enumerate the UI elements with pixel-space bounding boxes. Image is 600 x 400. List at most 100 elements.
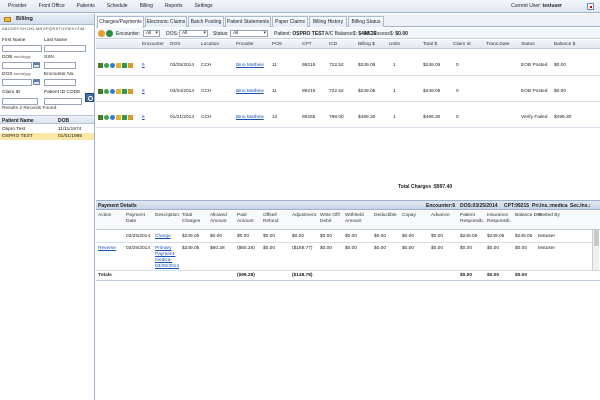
charges-grid-header: Encounter DOS Location Provider POS CPT … [96,40,600,49]
menu-billing[interactable]: Billing [134,0,159,13]
col-encounter[interactable]: Encounter [142,42,164,47]
tab-billing-history[interactable]: Billing History [309,16,347,27]
post-payment-icon[interactable] [104,63,109,68]
tab-batch-posting[interactable]: Batch Posting [188,16,224,27]
dob-input[interactable] [2,62,32,69]
encounter-no-input[interactable] [44,79,76,86]
menu-front-office[interactable]: Front Office [33,0,71,13]
provider-link[interactable]: Bino Mathew [236,63,264,68]
status-filter-select[interactable]: All [230,30,268,37]
reverse-link[interactable]: Reverse [98,246,116,251]
provider-link[interactable]: Bino Mathew [236,89,264,94]
post-payment-icon[interactable] [104,115,109,120]
tab-charges-payments[interactable]: Charges/Payments [97,16,144,28]
add-charge-icon[interactable] [106,30,113,37]
view-icon[interactable] [110,63,115,68]
patient-row-selected[interactable]: OSPRO TEST 01/01/1985 [0,133,94,140]
menu-reports[interactable]: Reports [159,0,189,13]
dos-calendar-icon[interactable] [33,79,40,85]
pcol-allowed-amount: Allowed Amount [210,213,227,224]
tab-paper-claims[interactable]: Paper Claims [272,16,308,27]
menu-settings[interactable]: Settings [188,0,218,13]
note-icon[interactable] [116,115,121,120]
payment-scrollbar[interactable] [592,230,599,270]
print-icon[interactable] [128,115,133,120]
payment-row[interactable]: Reverse 03/25/2014 Primary Payment- medi… [96,243,600,271]
payment-row[interactable]: 03/25/2014 Charge $249.05 $0.00 $0.00 $0… [96,231,600,243]
col-icd[interactable]: ICD [329,42,337,47]
claim-icon[interactable] [122,63,127,68]
refresh-icon[interactable] [98,30,105,37]
charge-units: 1 [393,89,396,94]
print-icon[interactable] [128,89,133,94]
dos-date-hint: mm/dd/yyyy [13,72,31,76]
payment-description-link[interactable]: Charge [155,234,171,239]
billing-panel-title: Billing [16,16,33,22]
col-location[interactable]: Location [201,42,219,47]
pcol-action: Action [98,213,112,218]
alpha-all[interactable]: All [80,27,84,31]
payment-description-link[interactable]: Primary Payment- medica- 03/25/2014 [155,246,179,270]
menu-provider[interactable]: Provider [2,0,33,13]
claim-icon[interactable] [122,115,127,120]
patient-id-input[interactable] [44,98,82,105]
col-units[interactable]: Units [389,42,400,47]
col-pos[interactable]: POS [272,42,282,47]
patient-info: Patient: OSPRO TEST [274,31,325,37]
billing-panel-header: Billing [0,14,94,25]
patient-list-header: Patient Name DOB [0,115,94,124]
payment-scrollbar-thumb[interactable] [594,230,599,246]
encounter-link[interactable]: 6 [142,115,145,120]
view-icon[interactable] [110,115,115,120]
col-cpt[interactable]: CPT [302,42,312,47]
dob-calendar-icon[interactable] [33,62,40,68]
col-provider[interactable]: Provider [236,42,254,47]
pd-pri-ins: Pri.Ins.:medica [532,203,568,209]
view-icon[interactable] [110,89,115,94]
encounter-link[interactable]: 6 [142,89,145,94]
charge-row[interactable]: 6 01/21/2014 CCH Bino Mathew 12 99255 78… [96,102,600,128]
menu-patients[interactable]: Patients [71,0,101,13]
tab-electronic-claims[interactable]: Electronic Claims [145,16,187,27]
claim-icon[interactable] [122,89,127,94]
search-button[interactable] [85,93,94,102]
dos-filter-select[interactable]: All [179,30,208,37]
ssn-input[interactable] [44,62,76,69]
provider-link[interactable]: Bino Mathew [236,115,264,120]
logout-icon[interactable] [587,3,594,10]
tab-billing-status[interactable]: Billing Status [348,16,384,27]
print-icon[interactable] [128,63,133,68]
col-status[interactable]: Status [521,42,535,47]
tab-patient-statements[interactable]: Patient Statements [225,16,271,27]
col-balance[interactable]: Balance $ [554,42,575,47]
dos-input[interactable] [2,79,32,86]
last-name-input[interactable] [44,45,86,52]
edit-icon[interactable] [98,63,103,68]
dob-label: DOB mm/dd/yyyy [2,55,31,60]
charge-cpt: 99215 [302,63,316,68]
edit-icon[interactable] [98,115,103,120]
patient-name: Ospro Test [2,127,26,132]
menu-schedule[interactable]: Schedule [101,0,134,13]
edit-icon[interactable] [98,89,103,94]
patient-name-header[interactable]: Patient Name [2,118,34,124]
note-icon[interactable] [116,63,121,68]
charge-row[interactable]: 6 03/25/2014 CCH Bino Mathew 11 99215 72… [96,50,600,76]
col-trans-date[interactable]: Trans.Date [486,42,510,47]
col-claim-id[interactable]: Claim Id [453,42,471,47]
col-billing[interactable]: Billing $ [358,42,375,47]
col-dos[interactable]: DOS [170,42,180,47]
first-name-input[interactable] [2,45,42,52]
patient-row[interactable]: Ospro Test 11/11/1974 [0,126,94,133]
alpha-w[interactable]: W [67,27,70,31]
encounter-filter-select[interactable]: All [143,30,160,37]
encounter-link[interactable]: 6 [142,63,145,68]
note-icon[interactable] [116,89,121,94]
col-total[interactable]: Total $ [423,42,437,47]
total-charges: Total Charges :$997.40 [398,184,453,190]
patient-dob-header[interactable]: DOB [58,118,69,124]
post-payment-icon[interactable] [104,89,109,94]
claim-id-input[interactable] [2,98,38,105]
charge-row[interactable]: 6 03/24/2014 CCH Bino Mathew 11 99215 72… [96,76,600,102]
pcol-total-charges: Total Charges [182,213,201,224]
